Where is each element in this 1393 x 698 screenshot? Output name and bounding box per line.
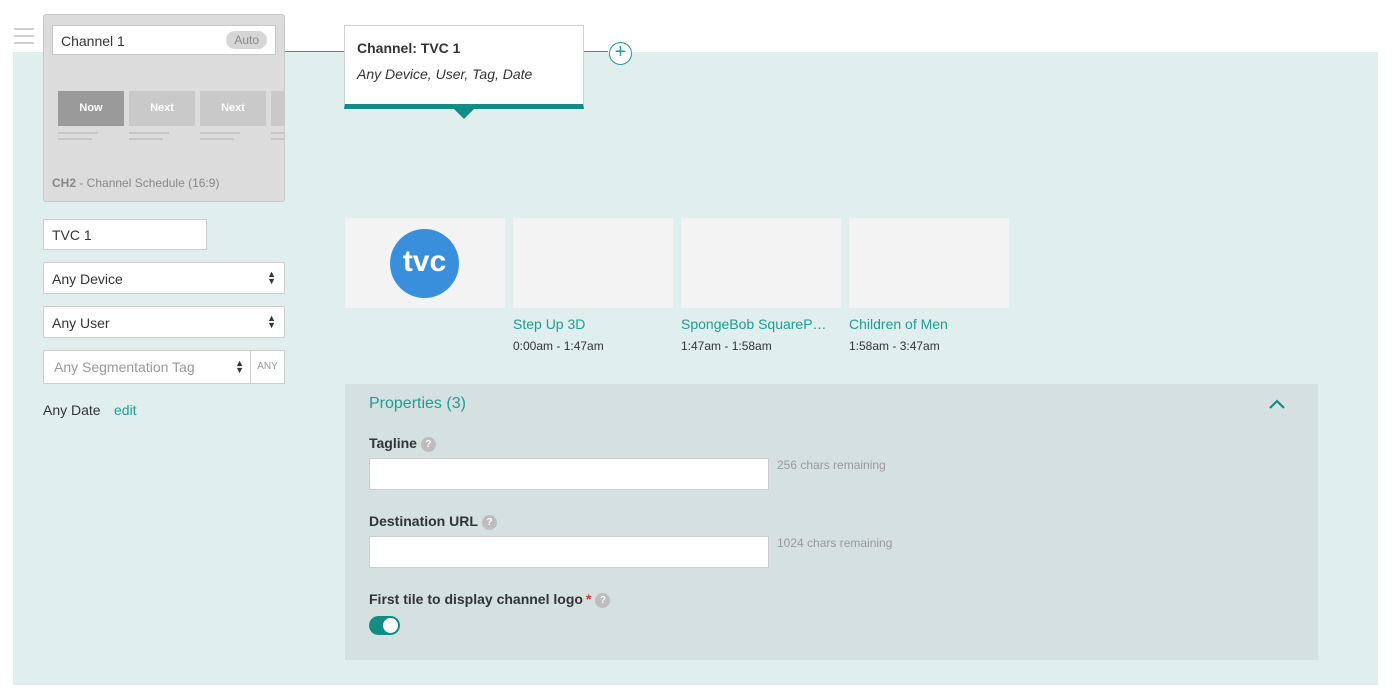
tile-next: Next — [200, 91, 266, 126]
tagline-label: Tagline? — [369, 435, 436, 452]
logo-toggle-switch[interactable] — [369, 616, 400, 635]
program-title[interactable]: SpongeBob SquareP… — [681, 316, 836, 332]
tagline-chars-remaining: 256 chars remaining — [777, 458, 886, 472]
tile-placeholder-line — [200, 138, 234, 140]
properties-title[interactable]: Properties (3) — [369, 395, 466, 413]
program-time: 1:58am - 3:47am — [849, 339, 940, 353]
destination-url-input[interactable] — [369, 536, 769, 568]
program-time: 1:47am - 1:58am — [681, 339, 772, 353]
date-edit-link[interactable]: edit — [114, 402, 137, 418]
logo-toggle-label: First tile to display channel logo *? — [369, 591, 611, 608]
connector-line — [285, 51, 345, 52]
sort-arrows-icon: ▲ ▼ — [267, 313, 276, 330]
required-mark: * — [585, 591, 592, 607]
menu-icon[interactable] — [14, 28, 34, 44]
tile-placeholder-line — [129, 138, 163, 140]
channel-logo-tile[interactable]: tvc — [345, 218, 505, 308]
program-tile[interactable] — [849, 218, 1009, 308]
tile-placeholder-line — [58, 132, 98, 134]
logo-toggle-label-text: First tile to display channel logo — [369, 591, 583, 607]
tooltip-subtitle: Any Device, User, Tag, Date — [357, 66, 533, 82]
segmentation-placeholder: Any Segmentation Tag — [54, 359, 195, 375]
program-time: 0:00am - 1:47am — [513, 339, 604, 353]
properties-panel: Properties (3) Tagline? 256 chars remain… — [345, 384, 1318, 660]
channel-name: Channel 1 — [61, 33, 125, 49]
auto-badge: Auto — [226, 31, 267, 49]
toggle-knob — [383, 618, 398, 633]
program-tile[interactable] — [681, 218, 841, 308]
program-tile[interactable] — [513, 218, 673, 308]
collapse-chevron-icon[interactable] — [1267, 396, 1287, 412]
help-icon[interactable]: ? — [420, 436, 436, 452]
url-chars-remaining: 1024 chars remaining — [777, 536, 893, 550]
tile-placeholder-line — [58, 138, 92, 140]
device-select-value: Any Device — [52, 271, 123, 287]
tile-placeholder-line — [200, 132, 240, 134]
tvc-logo: tvc — [390, 229, 459, 298]
sort-arrows-icon: ▲ ▼ — [267, 269, 276, 286]
any-match-toggle[interactable]: ANY — [250, 350, 285, 384]
segmentation-tag-select[interactable]: Any Segmentation Tag ▲ ▼ — [43, 350, 251, 384]
sort-arrows-icon: ▲ ▼ — [235, 358, 244, 375]
destination-url-label-text: Destination URL — [369, 513, 478, 529]
device-select[interactable]: Any Device ▲ ▼ — [43, 262, 285, 294]
tvc-name-input[interactable]: TVC 1 — [43, 219, 207, 250]
channel-code: CH2 — [52, 176, 77, 190]
tooltip-title: Channel: TVC 1 — [357, 40, 461, 56]
tooltip-arrow — [454, 109, 474, 119]
help-icon[interactable]: ? — [481, 514, 497, 530]
program-title[interactable]: Step Up 3D — [513, 316, 668, 332]
destination-url-label: Destination URL? — [369, 513, 497, 530]
tagline-input[interactable] — [369, 458, 769, 490]
tile-next: Next — [129, 91, 195, 126]
date-label: Any Date — [43, 402, 101, 418]
channel-caption: CH2 - Channel Schedule (16:9) — [52, 176, 219, 190]
add-channel-button[interactable]: + — [609, 42, 632, 65]
tile-now: Now — [58, 91, 124, 126]
help-icon[interactable]: ? — [595, 592, 611, 608]
tile-partial — [271, 91, 285, 126]
tile-placeholder-line — [129, 132, 169, 134]
channel-card[interactable]: Channel 1 Auto Now Next Next CH2 - Chann… — [43, 14, 285, 202]
tagline-label-text: Tagline — [369, 435, 417, 451]
channel-schedule-label: - Channel Schedule (16:9) — [76, 176, 220, 190]
tile-placeholder-line — [271, 138, 285, 140]
connector-line — [584, 51, 608, 52]
user-select-value: Any User — [52, 315, 110, 331]
channel-name-field[interactable]: Channel 1 Auto — [52, 25, 276, 55]
tile-placeholder-line — [271, 132, 285, 134]
channel-tooltip: Channel: TVC 1 Any Device, User, Tag, Da… — [344, 25, 584, 109]
user-select[interactable]: Any User ▲ ▼ — [43, 306, 285, 338]
program-title[interactable]: Children of Men — [849, 316, 1004, 332]
